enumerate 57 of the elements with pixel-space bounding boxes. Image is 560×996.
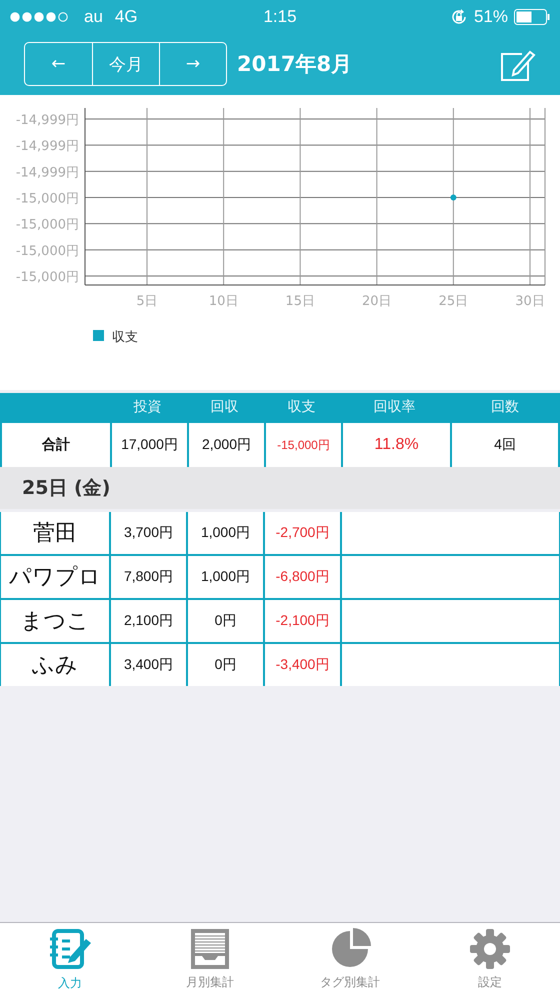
table-cell: 1,000円 — [188, 512, 263, 554]
y-tick-label: -15,000円 — [16, 218, 79, 233]
table-cell: 0円 — [188, 644, 263, 686]
table-cell: 2,100円 — [111, 600, 186, 642]
settings-icon — [469, 928, 511, 970]
month-step-button[interactable]: ← — [25, 43, 92, 85]
table-cell: -2,100円 — [265, 600, 340, 642]
x-tick-label: 30日 — [515, 294, 545, 309]
y-tick-label: -15,000円 — [16, 244, 79, 259]
current-month-button[interactable]: 今月 — [92, 43, 159, 85]
table-cell: 3,700円 — [111, 512, 186, 554]
table-cell: 7,800円 — [111, 556, 186, 598]
table-cell: 11.8% — [343, 423, 450, 467]
battery-icon — [514, 8, 550, 24]
tab-item[interactable]: 入力 — [0, 923, 140, 996]
table-cell: 17,000円 — [112, 423, 187, 467]
player-name: パワプロ — [1, 556, 109, 598]
y-tick-label: -15,000円 — [16, 192, 79, 206]
tab-item[interactable]: タグ別集計 — [280, 923, 420, 996]
month-title: 2017年8月 — [237, 51, 354, 78]
table-cell: -15,000円 — [266, 423, 341, 467]
month-step-button[interactable]: → — [159, 43, 226, 85]
table-cell: 1,000円 — [188, 556, 263, 598]
table-cell: 2,000円 — [189, 423, 264, 467]
table-cell: -3,400円 — [265, 644, 340, 686]
y-tick-label: -15,000円 — [16, 270, 79, 285]
x-tick-label: 25日 — [438, 294, 468, 309]
table-cell: 0円 — [188, 600, 263, 642]
table-cell: -6,800円 — [265, 556, 340, 598]
day-heading: 25日 (金) — [0, 467, 560, 509]
player-name: ふみ — [1, 644, 109, 686]
tab-item[interactable]: 月別集計 — [140, 923, 280, 996]
notebook-pen-icon — [48, 927, 92, 971]
legend-swatch — [93, 330, 104, 341]
tray-icon — [190, 928, 230, 970]
data-point — [450, 194, 456, 200]
legend-label: 収支 — [112, 330, 138, 345]
x-tick-label: 20日 — [362, 294, 392, 309]
x-tick-label: 5日 — [136, 294, 158, 309]
y-tick-label: -14,999円 — [16, 113, 79, 128]
player-name: 菅田 — [1, 512, 109, 554]
rotation-lock-icon — [450, 8, 468, 26]
carrier-name: au — [84, 6, 103, 26]
total-label: 合計 — [2, 423, 110, 467]
battery-percent: 51% — [474, 6, 508, 26]
pie-chart-icon — [329, 928, 371, 970]
network-type: 4G — [114, 6, 138, 26]
y-tick-label: -14,999円 — [16, 139, 79, 154]
x-tick-label: 15日 — [285, 294, 315, 309]
table-cell: -2,700円 — [265, 512, 340, 554]
table-cell: 3,400円 — [111, 644, 186, 686]
tab-item[interactable]: 設定 — [420, 923, 560, 996]
y-tick-label: -14,999円 — [16, 165, 79, 180]
x-tick-label: 10日 — [208, 294, 238, 309]
player-name: まつこ — [1, 600, 109, 642]
clock-time: 1:15 — [263, 6, 297, 26]
table-cell: 4回 — [452, 423, 558, 467]
